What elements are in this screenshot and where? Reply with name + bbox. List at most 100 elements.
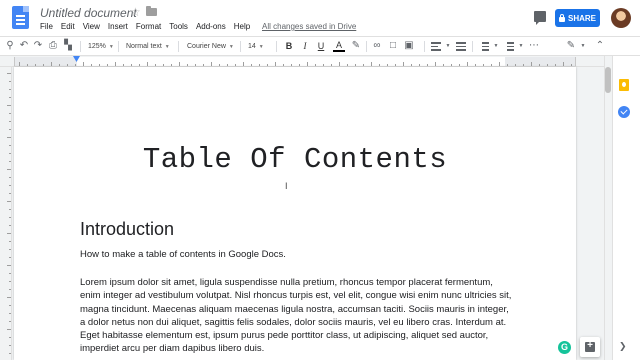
- bulleted-list-caret-icon[interactable]: ▼: [515, 40, 527, 52]
- line-spacing-icon[interactable]: [456, 42, 466, 51]
- more-icon[interactable]: ⋯: [528, 40, 540, 52]
- menu-file[interactable]: File: [36, 21, 57, 33]
- paragraph-style-select[interactable]: Normal text ▼: [126, 37, 170, 56]
- star-icon[interactable]: ☆: [130, 5, 141, 19]
- folder-icon[interactable]: [146, 6, 157, 16]
- ruler-tick: [323, 64, 324, 66]
- share-button[interactable]: SHARE: [555, 9, 600, 27]
- highlight-color-icon[interactable]: ✎: [350, 40, 362, 52]
- ruler-tick: [555, 64, 556, 66]
- italic-button[interactable]: I: [299, 40, 311, 52]
- menu-add-ons[interactable]: Add-ons: [192, 21, 230, 33]
- search-menus-icon[interactable]: ⚲: [4, 40, 16, 52]
- print-icon[interactable]: ⎙: [47, 40, 59, 52]
- ruler-tick: [7, 329, 11, 330]
- grammarly-icon[interactable]: G: [558, 341, 571, 354]
- lock-icon: [558, 13, 565, 22]
- ruler-tick: [427, 64, 428, 66]
- ruler-tick: [9, 281, 11, 282]
- tasks-icon[interactable]: [618, 106, 630, 118]
- toolbar: ⚲ ↶ ↷ ⎙ ▚ 125% ▼ Normal text ▼ Courier New…: [0, 36, 640, 56]
- ruler-tick: [9, 185, 11, 186]
- ruler-tick: [395, 64, 396, 66]
- ruler-tick: [211, 62, 212, 66]
- menu-view[interactable]: View: [79, 21, 104, 33]
- document-page[interactable]: Table Of Contents I Introduction How to …: [14, 67, 576, 360]
- font-size-value: 14: [248, 43, 256, 50]
- ruler-tick: [7, 73, 11, 74]
- scrollbar-thumb[interactable]: [605, 67, 611, 93]
- keep-icon[interactable]: [619, 79, 629, 91]
- ruler-tick: [259, 64, 260, 66]
- bold-button[interactable]: B: [283, 40, 295, 52]
- ruler-tick: [7, 265, 11, 266]
- underline-button[interactable]: U: [315, 40, 327, 52]
- paint-format-icon[interactable]: ▚: [62, 40, 74, 52]
- ruler-tick: [9, 217, 11, 218]
- avatar[interactable]: [611, 8, 631, 28]
- zoom-select[interactable]: 125% ▼: [88, 37, 114, 56]
- ruler-tick: [571, 64, 572, 66]
- text-color-button[interactable]: A: [333, 40, 345, 52]
- ruler-tick: [307, 62, 308, 66]
- align-left-icon[interactable]: [431, 42, 441, 51]
- menu-tools[interactable]: Tools: [165, 21, 192, 33]
- ruler-tick: [315, 64, 316, 66]
- numbered-list-caret-icon[interactable]: ▼: [490, 40, 502, 52]
- ruler-tick: [91, 64, 92, 66]
- expand-side-panel-icon[interactable]: ❯: [619, 341, 627, 352]
- insert-comment-icon[interactable]: □: [387, 40, 399, 52]
- editing-mode-icon[interactable]: ✎: [565, 40, 577, 52]
- docs-logo-icon[interactable]: [12, 6, 29, 29]
- redo-icon[interactable]: ↷: [32, 40, 44, 52]
- ruler-tick: [163, 64, 164, 66]
- section-subtitle[interactable]: How to make a table of contents in Googl…: [80, 249, 286, 261]
- ruler-tick: [9, 313, 11, 314]
- font-select[interactable]: Courier New ▼: [187, 37, 234, 56]
- ruler-tick: [9, 113, 11, 114]
- menu-format[interactable]: Format: [132, 21, 165, 33]
- insert-image-icon[interactable]: ▣: [403, 40, 415, 52]
- ruler-tick: [363, 64, 364, 66]
- collapse-menus-icon[interactable]: ⌃: [594, 40, 606, 52]
- explore-button[interactable]: [580, 337, 600, 357]
- horizontal-ruler[interactable]: [14, 57, 576, 66]
- ruler-tick: [9, 273, 11, 274]
- align-caret-icon[interactable]: ▼: [442, 40, 454, 52]
- ruler-tick: [171, 64, 172, 66]
- bulleted-list-icon[interactable]: [504, 42, 514, 51]
- ruler-tick: [83, 62, 84, 66]
- ruler-tick: [467, 62, 468, 66]
- comments-icon[interactable]: [534, 11, 546, 25]
- ruler-tick: [9, 289, 11, 290]
- body-paragraph[interactable]: Lorem ipsum dolor sit amet, ligula suspe…: [80, 276, 514, 356]
- ruler-tick: [99, 64, 100, 66]
- ruler-tick: [9, 129, 11, 130]
- section-heading[interactable]: Introduction: [80, 219, 174, 240]
- ruler-tick: [9, 257, 11, 258]
- document-heading[interactable]: Table Of Contents: [14, 143, 576, 177]
- ruler-tick: [267, 64, 268, 66]
- vertical-ruler[interactable]: [0, 67, 12, 360]
- paragraph-style-value: Normal text: [126, 43, 162, 50]
- ruler-tick: [275, 62, 276, 66]
- ruler-tick: [7, 233, 11, 234]
- ruler-tick: [9, 161, 11, 162]
- menu-help[interactable]: Help: [230, 21, 254, 33]
- ruler-tick: [195, 64, 196, 66]
- save-status-link[interactable]: All changes saved in Drive: [262, 21, 356, 33]
- ruler-tick: [539, 64, 540, 66]
- numbered-list-icon[interactable]: [479, 42, 489, 51]
- document-title[interactable]: Untitled document: [40, 6, 137, 20]
- insert-link-icon[interactable]: ∞: [371, 40, 383, 52]
- undo-icon[interactable]: ↶: [18, 40, 30, 52]
- ruler-tick: [507, 64, 508, 66]
- editing-mode-caret-icon[interactable]: ▼: [577, 40, 589, 52]
- ruler-tick: [9, 305, 11, 306]
- vertical-scrollbar[interactable]: [604, 56, 612, 360]
- ruler-tick: [459, 64, 460, 66]
- menu-insert[interactable]: Insert: [104, 21, 132, 33]
- font-size-select[interactable]: 14 ▼: [248, 37, 264, 56]
- ruler-tick: [9, 353, 11, 354]
- menu-edit[interactable]: Edit: [57, 21, 79, 33]
